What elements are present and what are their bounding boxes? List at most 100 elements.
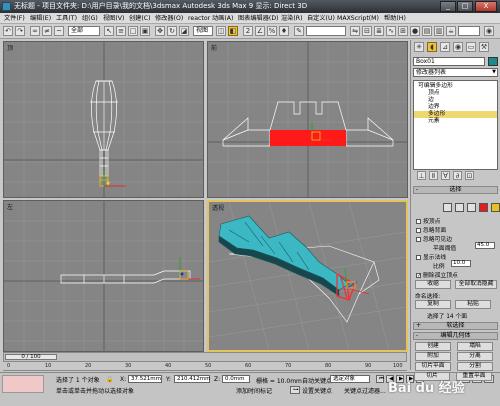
menu-group[interactable]: 组(G) <box>82 13 98 24</box>
menu-create[interactable]: 创建(C) <box>129 13 151 24</box>
maximize-button[interactable]: □ <box>457 1 473 12</box>
named-selection-icon[interactable]: ✎ <box>294 26 304 36</box>
select-and-manipulate-icon[interactable]: ◧ <box>228 26 238 36</box>
percent-snap-icon[interactable]: % <box>267 26 277 36</box>
menu-rendering[interactable]: 渲染(R) <box>281 13 303 24</box>
menu-animation[interactable]: 动画(A) <box>212 13 233 24</box>
stack-item-editable-poly[interactable]: 可编辑多边形 <box>414 83 497 90</box>
redo-icon[interactable]: ↷ <box>15 26 25 36</box>
select-by-name-icon[interactable]: ≡ <box>116 26 126 36</box>
element-level-icon[interactable] <box>491 203 500 212</box>
edge-level-icon[interactable] <box>455 203 464 212</box>
menu-views[interactable]: 视图(V) <box>103 13 124 24</box>
stack-item-polygon[interactable]: 多边形 <box>414 111 497 118</box>
named-selection-sets[interactable] <box>306 26 346 36</box>
menu-file[interactable]: 文件(F) <box>4 13 25 24</box>
border-level-icon[interactable] <box>467 203 476 212</box>
render-type-dropdown[interactable] <box>458 26 480 36</box>
time-slider[interactable]: 0 / 100 <box>3 352 407 362</box>
object-name-field[interactable]: Box01 <box>413 57 485 66</box>
viewport-top[interactable]: 顶 <box>3 41 204 198</box>
object-color-swatch[interactable] <box>488 57 498 66</box>
copy-button[interactable]: 复制 <box>415 300 451 309</box>
menu-maxscript[interactable]: MAXScript(M) <box>337 13 379 24</box>
unlink-icon[interactable]: ≠ <box>42 26 52 36</box>
menu-help[interactable]: 帮助(H) <box>384 13 406 24</box>
select-object-icon[interactable]: ↖ <box>104 26 114 36</box>
ignore-backfacing-checkbox[interactable]: 忽略背面 <box>416 225 446 234</box>
scale-spinner[interactable]: 10.0 <box>451 260 471 267</box>
pivot-center-icon[interactable]: ◫ <box>216 26 226 36</box>
coord-x-field[interactable]: 37.521mm <box>128 375 162 383</box>
viewport-front[interactable]: 前 <box>207 41 408 198</box>
link-icon[interactable]: ∞ <box>30 26 40 36</box>
shrink-button[interactable]: 收缩 <box>415 280 451 289</box>
menu-edit[interactable]: 编辑(E) <box>30 13 51 24</box>
modifier-stack[interactable]: 可编辑多边形 顶点 边 边界 多边形 元素 <box>413 80 498 170</box>
select-move-icon[interactable]: ✥ <box>155 26 165 36</box>
stack-item-border[interactable]: 边界 <box>414 104 497 111</box>
coord-y-field[interactable]: 210.412mm <box>174 375 210 383</box>
create-tab-icon[interactable]: ✳ <box>414 42 424 52</box>
maxscript-listener-mini[interactable] <box>2 375 44 393</box>
rectangle-selection-icon[interactable]: □ <box>128 26 138 36</box>
motion-tab-icon[interactable]: ◉ <box>453 42 463 52</box>
coord-z-field[interactable]: 0.0mm <box>222 375 250 383</box>
render-setup-icon[interactable]: ▤ <box>422 26 432 36</box>
delete-isolated-checkbox[interactable]: ✓ 删除孤立顶点 <box>416 270 458 279</box>
layer-manager-icon[interactable]: ≣ <box>374 26 384 36</box>
vertex-level-icon[interactable] <box>443 203 452 212</box>
render-last-icon[interactable]: ◉ <box>484 26 494 36</box>
window-crossing-icon[interactable]: ▣ <box>140 26 150 36</box>
selected-set-dropdown[interactable]: 选定对象 <box>330 375 370 383</box>
key-mode-icon[interactable]: ⊶ <box>290 386 300 394</box>
paste-button[interactable]: 粘贴 <box>455 300 491 309</box>
mirror-icon[interactable]: ⇋ <box>350 26 360 36</box>
select-rotate-icon[interactable]: ↻ <box>167 26 177 36</box>
selection-filter-dropdown[interactable]: 全部 <box>68 26 100 36</box>
menu-reactor[interactable]: reactor <box>188 13 210 24</box>
bind-space-warp-icon[interactable]: ~ <box>54 26 64 36</box>
by-vertex-checkbox[interactable]: 按顶点 <box>416 216 440 225</box>
quick-render-icon[interactable]: ☕ <box>446 26 456 36</box>
viewport-left[interactable]: 左 <box>3 200 204 352</box>
stack-item-vertex[interactable]: 顶点 <box>414 90 497 97</box>
modify-tab-icon[interactable]: ◖ <box>427 42 437 52</box>
time-slider-thumb[interactable]: 0 / 100 <box>5 354 57 360</box>
go-to-start-icon[interactable]: ⏮ <box>376 375 384 383</box>
slice-plane-button[interactable]: 切片平面 <box>415 362 451 371</box>
menu-customize[interactable]: 自定义(U) <box>307 13 335 24</box>
select-scale-icon[interactable]: ◪ <box>179 26 189 36</box>
create-button[interactable]: 创建 <box>415 342 451 351</box>
material-editor-icon[interactable]: ● <box>410 26 420 36</box>
edit-geometry-rollout-header[interactable]: - 编辑几何体 <box>413 332 498 340</box>
undo-icon[interactable]: ↶ <box>3 26 13 36</box>
key-filters-button[interactable]: 关键点过滤器... <box>344 386 386 395</box>
lock-selection-icon[interactable]: 🔒 <box>106 376 113 383</box>
make-unique-icon[interactable]: ∀ <box>441 171 450 180</box>
pin-stack-icon[interactable]: ⊥ <box>417 171 426 180</box>
curve-editor-icon[interactable]: ∿ <box>386 26 396 36</box>
menu-tools[interactable]: 工具(T) <box>56 13 77 24</box>
selection-rollout-header[interactable]: - 选择 <box>413 186 498 194</box>
ignore-visible-edges-checkbox[interactable]: 忽略可见边 <box>416 234 452 243</box>
modifier-list-dropdown[interactable]: 修改器列表 ▼ <box>413 68 498 77</box>
remove-modifier-icon[interactable]: ∂ <box>453 171 462 180</box>
attach-button[interactable]: 附加 <box>415 352 451 361</box>
stack-item-element[interactable]: 元素 <box>414 118 497 125</box>
polygon-level-icon[interactable] <box>479 203 488 212</box>
spinner-snap-icon[interactable]: ♦ <box>279 26 289 36</box>
angle-snap-icon[interactable]: ∠ <box>255 26 265 36</box>
soft-selection-rollout-header[interactable]: + 软选择 <box>413 322 498 330</box>
collapse-button[interactable]: 塌陷 <box>457 342 493 351</box>
align-icon[interactable]: ⊟ <box>362 26 372 36</box>
show-normals-checkbox[interactable]: 显示法线 <box>416 252 446 261</box>
track-bar[interactable]: 0 10 20 30 40 50 60 70 80 90 100 <box>3 362 407 371</box>
auto-key-button[interactable]: 自动关键点 <box>302 376 332 385</box>
menu-graph-editors[interactable]: 图表编辑器(D) <box>238 13 279 24</box>
render-frame-icon[interactable]: ▥ <box>434 26 444 36</box>
show-end-result-icon[interactable]: Ⅱ <box>429 171 438 180</box>
display-tab-icon[interactable]: ▭ <box>466 42 476 52</box>
close-button[interactable]: X <box>475 1 497 12</box>
split-button[interactable]: 分割 <box>457 362 493 371</box>
